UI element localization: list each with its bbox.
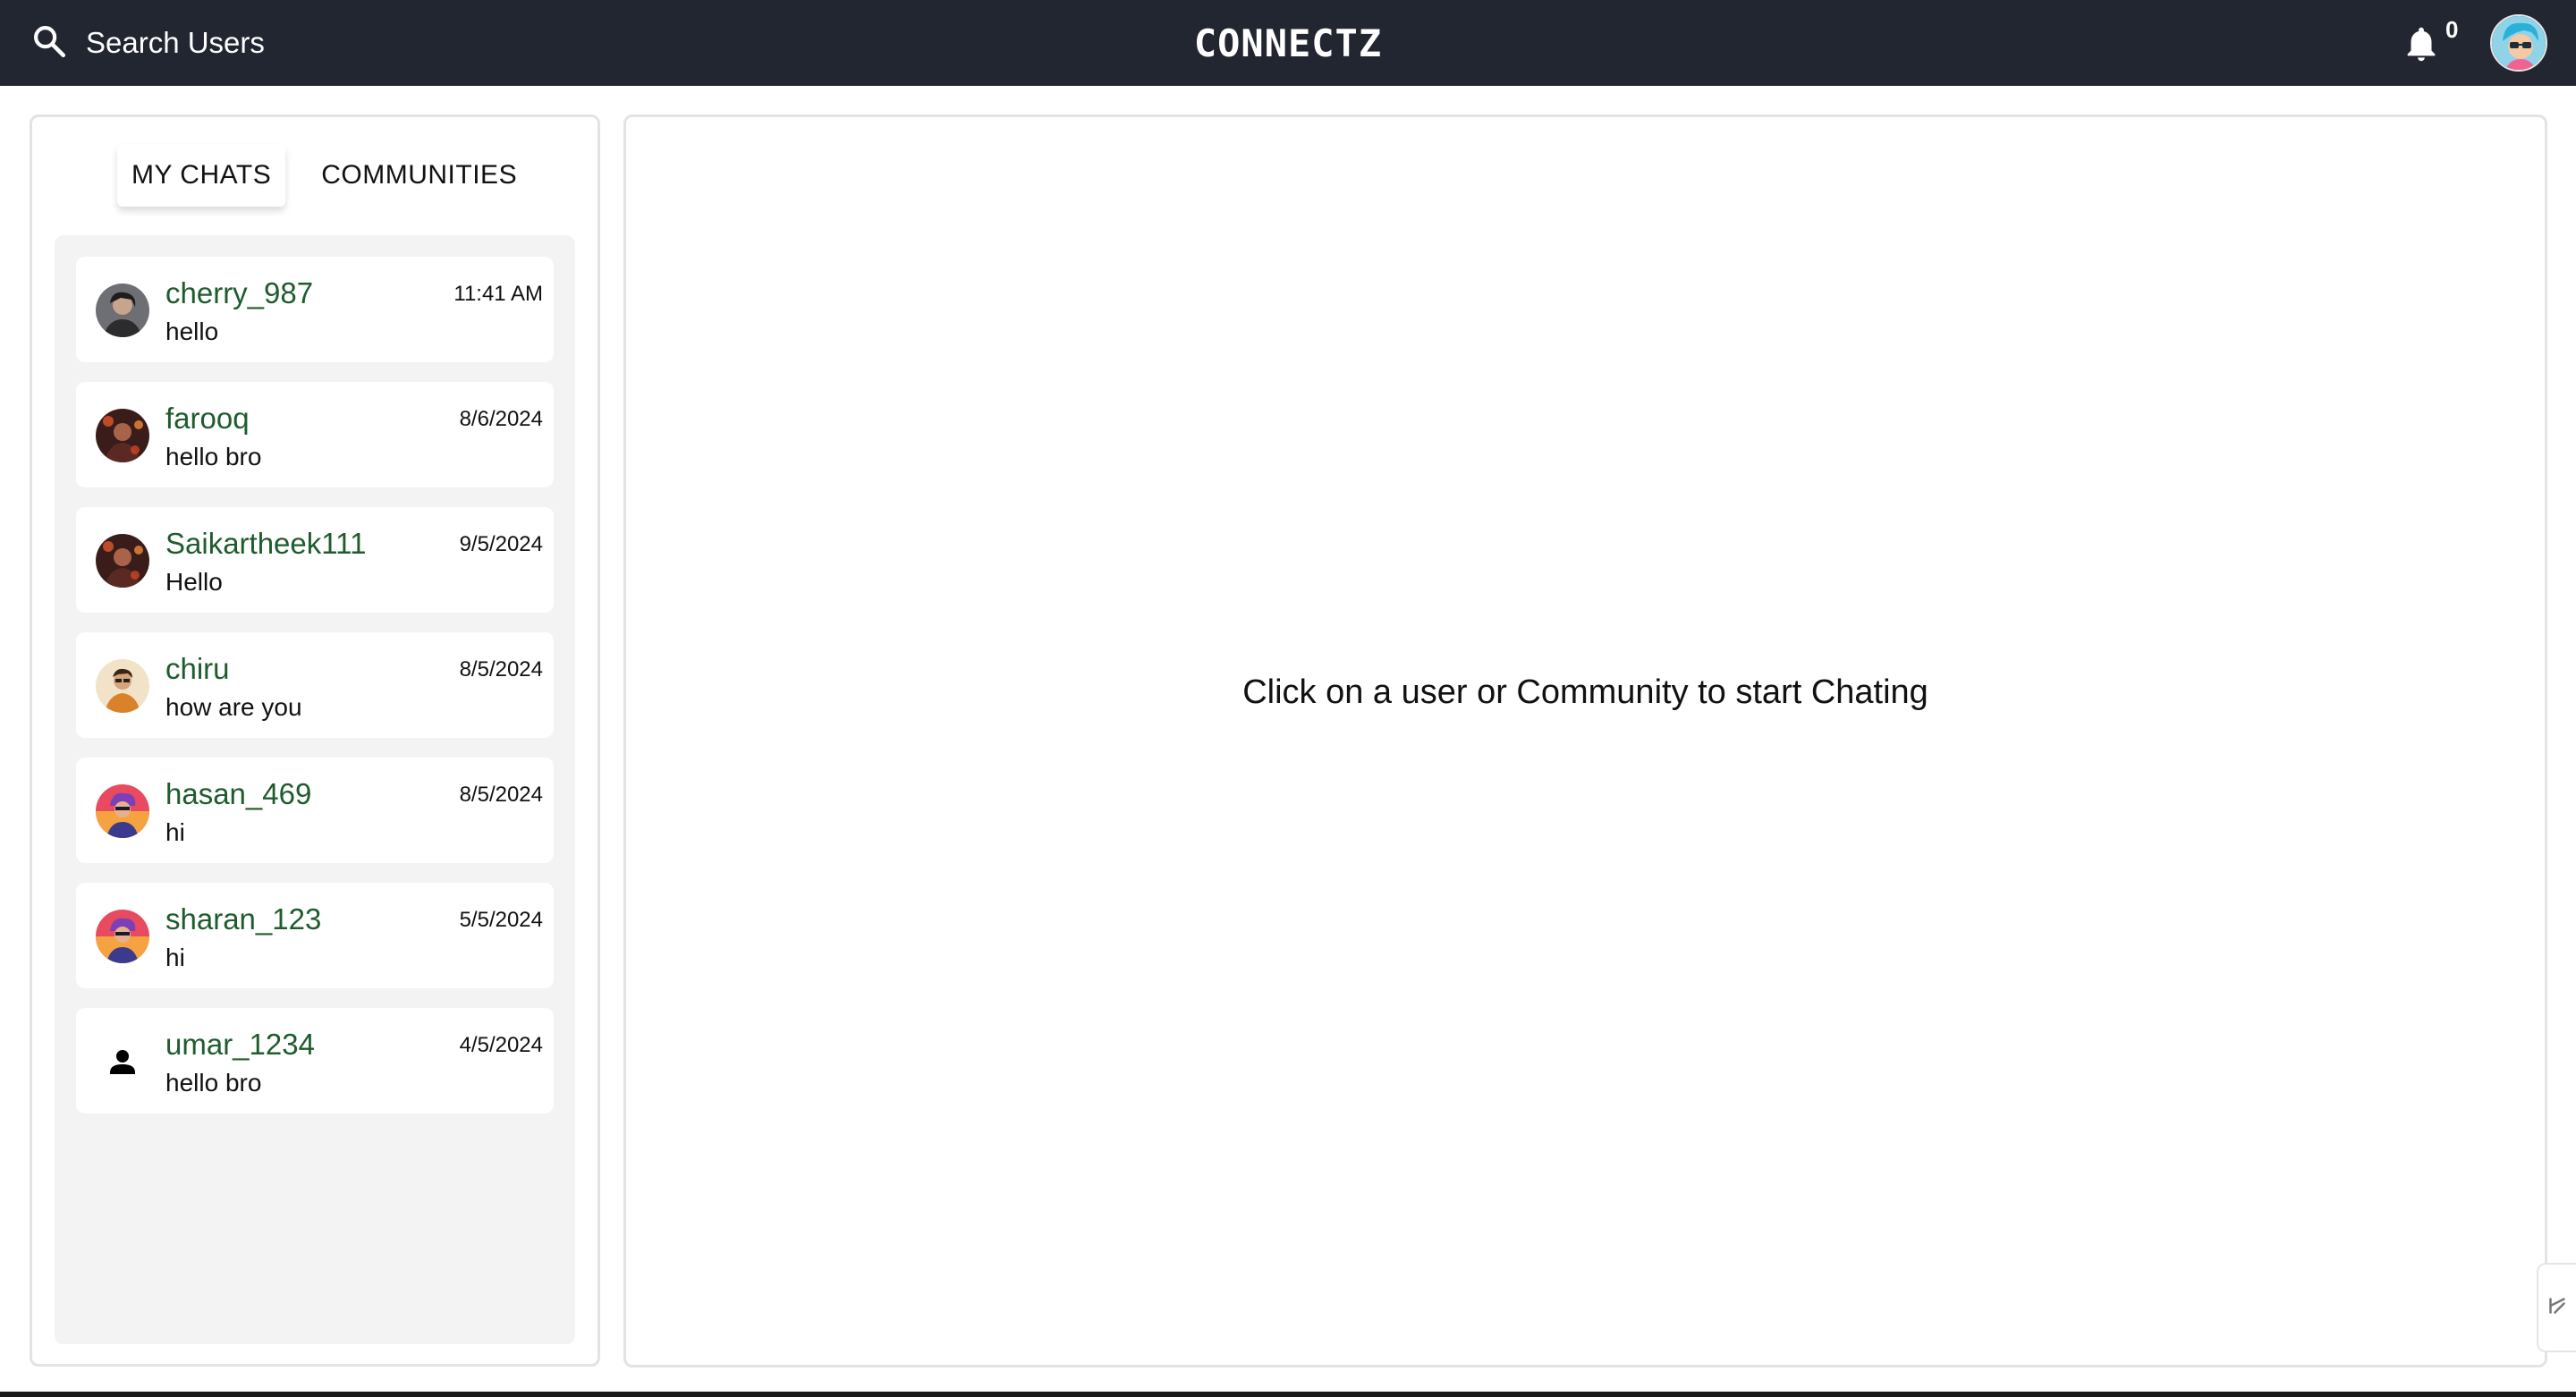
tab-communities[interactable]: COMMUNITIES <box>307 144 531 207</box>
profile-avatar[interactable] <box>2490 14 2547 72</box>
tab-my-chats[interactable]: MY CHATS <box>117 144 286 207</box>
chat-last-message: how are you <box>165 693 302 721</box>
chat-username: Saikartheek111 <box>165 527 367 560</box>
chat-username: farooq <box>165 402 250 435</box>
chat-list-item[interactable]: sharan_123 hi 5/5/2024 <box>76 883 554 988</box>
chat-last-message: Hello <box>165 568 223 596</box>
chat-last-message: hi <box>165 944 185 971</box>
chat-list-item[interactable]: chiru how are you 8/5/2024 <box>76 632 554 738</box>
search-icon <box>30 22 68 64</box>
chat-list-item[interactable]: umar_1234 hello bro 4/5/2024 <box>76 1008 554 1113</box>
chat-window: Click on a user or Community to start Ch… <box>623 114 2547 1367</box>
chat-timestamp: 9/5/2024 <box>459 532 543 556</box>
top-navbar: Search Users CONNECTZ 0 <box>0 0 2576 86</box>
avatar <box>96 409 149 462</box>
empty-state-message: Click on a user or Community to start Ch… <box>1242 673 1928 711</box>
avatar <box>96 284 149 337</box>
chat-timestamp: 11:41 AM <box>453 282 543 306</box>
chat-timestamp: 8/6/2024 <box>459 407 543 431</box>
avatar <box>96 534 149 588</box>
chat-timestamp: 8/5/2024 <box>459 783 543 807</box>
sidebar-tabs: MY CHATS COMMUNITIES <box>117 140 531 210</box>
chat-last-message: hello bro <box>165 1069 262 1096</box>
avatar <box>96 910 149 963</box>
chat-timestamp: 5/5/2024 <box>459 908 543 932</box>
bottom-divider <box>0 1392 2576 1397</box>
chat-last-message: hi <box>165 818 185 846</box>
chat-last-message: hello <box>165 318 219 345</box>
chat-username: cherry_987 <box>165 276 314 309</box>
chats-sidebar: MY CHATS COMMUNITIES cherry_987 hello 11… <box>30 114 600 1367</box>
chat-list-item[interactable]: hasan_469 hi 8/5/2024 <box>76 758 554 863</box>
chat-timestamp: 4/5/2024 <box>459 1033 543 1057</box>
chat-list: cherry_987 hello 11:41 AM farooq hello b… <box>55 235 575 1344</box>
avatar <box>96 784 149 838</box>
avatar <box>96 659 149 713</box>
chat-list-item[interactable]: farooq hello bro 8/6/2024 <box>76 382 554 487</box>
chat-list-item[interactable]: Saikartheek111 Hello 9/5/2024 <box>76 507 554 613</box>
brand-name: CONNECTZ <box>1193 21 1383 65</box>
notification-count-badge: 0 <box>2445 16 2459 43</box>
person-icon <box>96 1035 149 1088</box>
side-drawer-handle[interactable] <box>2537 1263 2576 1352</box>
brand-logo: CONNECTZ <box>0 0 2576 86</box>
chat-username: hasan_469 <box>165 777 312 810</box>
chat-timestamp: 8/5/2024 <box>459 657 543 682</box>
search-users-label: Search Users <box>86 26 265 59</box>
resize-handle-icon <box>2544 1292 2571 1324</box>
bell-icon <box>2401 27 2442 68</box>
chat-username: chiru <box>165 652 230 685</box>
chat-last-message: hello bro <box>165 443 262 470</box>
chat-username: sharan_123 <box>165 902 322 936</box>
chat-list-item[interactable]: cherry_987 hello 11:41 AM <box>76 257 554 362</box>
chat-username: umar_1234 <box>165 1028 315 1061</box>
search-users-button[interactable]: Search Users <box>30 20 265 66</box>
notifications-button[interactable] <box>2401 23 2442 64</box>
